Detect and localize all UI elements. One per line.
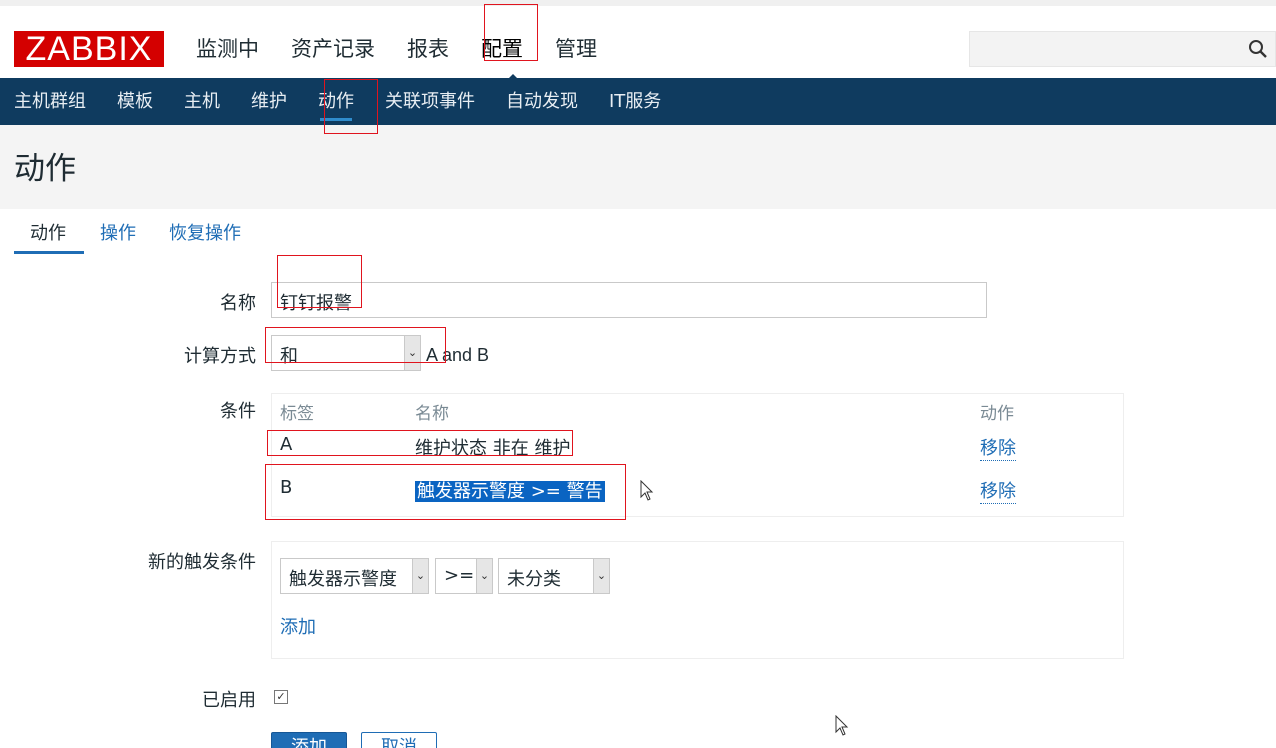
add-condition-link[interactable]: 添加	[280, 613, 316, 639]
condition-row-b-name: 触发器示警度 >= 警告	[415, 477, 605, 503]
condition-type-select[interactable]: 触发器示警度 ⌄	[280, 558, 429, 594]
main-nav-monitoring[interactable]: 监测中	[196, 34, 259, 64]
sub-nav-discovery[interactable]: 自动发现	[506, 78, 578, 125]
sub-nav-maintenance[interactable]: 维护	[251, 78, 287, 125]
conditions-header-name: 名称	[415, 404, 449, 424]
condition-row-b-label: B	[280, 477, 293, 498]
condition-row-a-remove[interactable]: 移除	[980, 434, 1016, 461]
title-bar: 动作	[0, 125, 1276, 209]
name-input[interactable]: 钉钉报警	[271, 282, 987, 318]
search-icon[interactable]	[1247, 38, 1269, 60]
sub-nav-templates[interactable]: 模板	[117, 78, 153, 125]
mouse-cursor-icon	[640, 480, 654, 501]
main-nav-inventory[interactable]: 资产记录	[291, 34, 375, 64]
mouse-cursor-icon	[835, 715, 849, 736]
condition-operator-value: >=	[444, 565, 475, 586]
sub-nav-event-correlation[interactable]: 关联项事件	[385, 78, 475, 125]
enabled-checkbox[interactable]: ✓	[274, 690, 288, 704]
selected-text: 触发器示警度 >= 警告	[415, 481, 605, 502]
add-button[interactable]: 添加	[271, 732, 347, 748]
condition-row-a-name: 维护状态 非在 维护	[415, 438, 571, 459]
tab-active-underline	[14, 251, 84, 254]
main-nav-configuration[interactable]: 配置	[481, 34, 523, 64]
sub-nav: 主机群组 模板 主机 维护 动作 关联项事件 自动发现 IT服务	[0, 78, 1276, 125]
sub-nav-it-services[interactable]: IT服务	[609, 78, 661, 125]
sub-nav-actions[interactable]: 动作	[318, 78, 354, 125]
main-nav: 监测中 资产记录 报表 配置 管理	[196, 34, 629, 64]
conditions-header-action: 动作	[980, 404, 1014, 424]
calculation-label: 计算方式	[184, 346, 256, 367]
chevron-down-icon: ⌄	[593, 559, 609, 593]
main-nav-reports[interactable]: 报表	[407, 34, 449, 64]
condition-type-value: 触发器示警度	[289, 569, 397, 590]
condition-severity-value: 未分类	[507, 569, 561, 590]
chevron-down-icon: ⌄	[412, 559, 428, 593]
page-title: 动作	[14, 151, 76, 187]
calculation-select[interactable]: 和 ⌄	[271, 335, 421, 371]
sub-nav-hosts[interactable]: 主机	[184, 78, 220, 125]
condition-row-b-remove[interactable]: 移除	[980, 477, 1016, 504]
condition-row-a-label: A	[280, 434, 293, 455]
condition-severity-select[interactable]: 未分类 ⌄	[498, 558, 610, 594]
cancel-button[interactable]: 取消	[361, 732, 437, 748]
calculation-formula: A and B	[426, 345, 490, 365]
search-input[interactable]	[969, 31, 1276, 67]
tab-bar: 动作 操作 恢复操作	[14, 209, 1276, 257]
chevron-down-icon: ⌄	[404, 336, 420, 370]
conditions-label: 条件	[220, 401, 256, 422]
tab-action[interactable]: 动作	[30, 219, 66, 245]
sub-nav-host-groups[interactable]: 主机群组	[14, 78, 86, 125]
calculation-select-value: 和	[280, 346, 298, 367]
name-label: 名称	[220, 293, 256, 314]
new-condition-label: 新的触发条件	[148, 552, 256, 573]
main-nav-administration[interactable]: 管理	[555, 34, 597, 64]
conditions-header-label: 标签	[280, 404, 314, 424]
enabled-label: 已启用	[202, 690, 256, 711]
chevron-down-icon: ⌄	[476, 559, 492, 593]
condition-operator-select[interactable]: >= ⌄	[435, 558, 493, 594]
tab-recovery-operations[interactable]: 恢复操作	[169, 219, 241, 245]
tab-operations[interactable]: 操作	[100, 219, 136, 245]
top-header: ZABBIX 监测中 资产记录 报表 配置 管理	[0, 0, 1276, 84]
zabbix-logo[interactable]: ZABBIX	[14, 31, 164, 67]
